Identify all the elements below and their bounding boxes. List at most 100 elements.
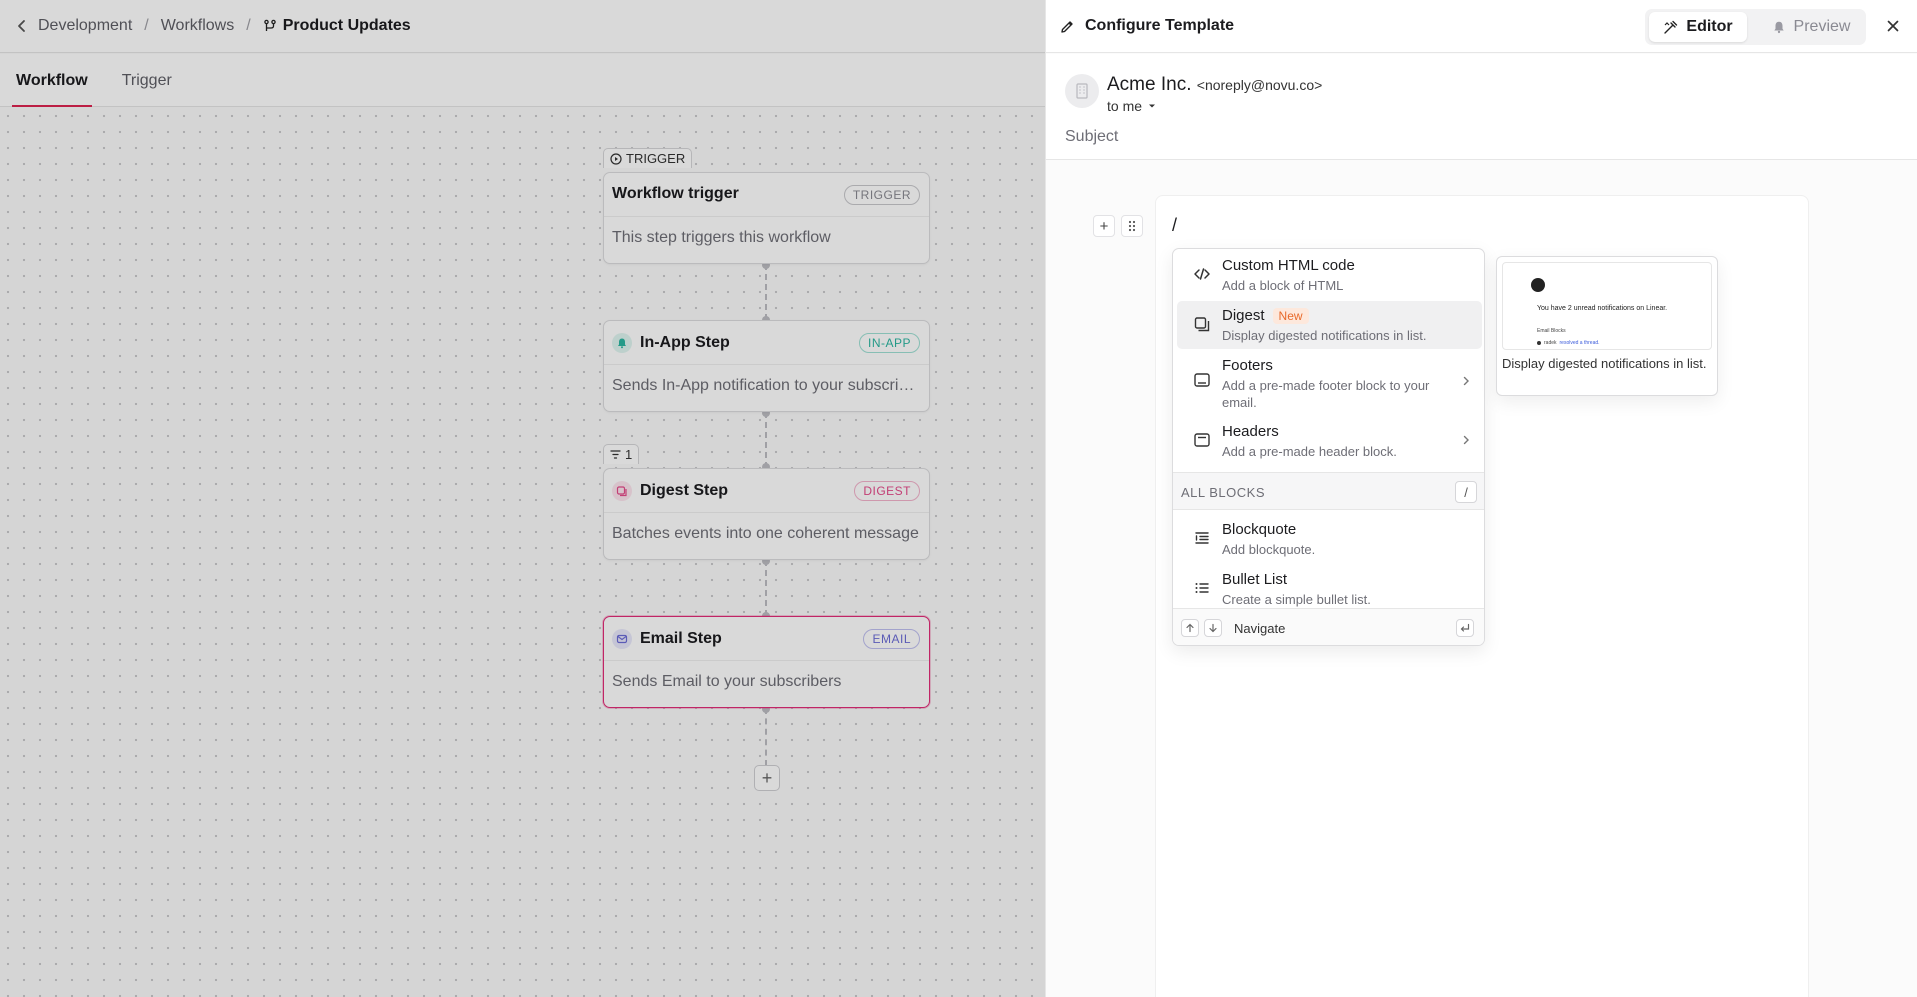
new-badge: New — [1272, 307, 1309, 324]
menu-item-label-text: Custom HTML code — [1222, 257, 1355, 274]
workflow-tabs: Workflow Trigger — [0, 54, 1045, 107]
preview-row-user: radek — [1544, 340, 1557, 346]
edit-icon — [1061, 20, 1073, 33]
trigger-icon — [610, 152, 622, 165]
breadcrumb-separator: / — [144, 17, 149, 34]
arrow-down-icon — [1204, 619, 1222, 637]
in-app-step-node[interactable]: In-App Step IN-APP Sends In-App notifica… — [603, 320, 930, 412]
node-title-label: Email Step — [640, 630, 722, 647]
menu-item-blockquote[interactable]: Blockquote Add blockquote. — [1177, 515, 1482, 563]
node-title: In-App Step — [612, 333, 730, 353]
filter-icon — [610, 450, 621, 459]
connector-line — [765, 708, 767, 766]
node-title: Workflow trigger — [612, 185, 739, 203]
drag-handle-icon[interactable] — [1121, 215, 1143, 237]
email-header: Acme Inc. <noreply@novu.co> to me Subjec… — [1046, 54, 1917, 160]
tab-trigger[interactable]: Trigger — [118, 72, 176, 106]
tab-workflow[interactable]: Workflow — [12, 72, 92, 107]
menu-item-digest[interactable]: Digest New Display digested notification… — [1177, 301, 1482, 349]
menu-item-label-text: Blockquote — [1222, 521, 1297, 538]
node-title-label: Digest Step — [640, 482, 729, 499]
close-icon[interactable] — [1885, 18, 1901, 34]
editor-tab[interactable]: Editor — [1649, 12, 1747, 42]
section-label: ALL BLOCKS — [1181, 485, 1266, 500]
menu-item-label: Custom HTML code — [1222, 257, 1355, 274]
preview-row-action: resolved a thread. — [1559, 340, 1600, 346]
connector-line — [765, 560, 767, 616]
code-icon — [1194, 268, 1210, 280]
menu-item-custom-html[interactable]: Custom HTML code Add a block of HTML — [1177, 251, 1482, 299]
preview-caption: Display digested notifications in list. — [1502, 356, 1707, 371]
menu-item-label-text: Footers — [1222, 357, 1273, 374]
menu-item-description: Create a simple bullet list. — [1222, 592, 1371, 607]
footer-icon — [1194, 373, 1210, 387]
configure-template-panel: Configure Template Editor Preview Acme I… — [1045, 0, 1917, 997]
digest-block-icon — [1194, 317, 1210, 332]
slash-command-menu: Custom HTML code Add a block of HTML Dig… — [1172, 248, 1485, 646]
digest-step-node[interactable]: Digest Step DIGEST Batches events into o… — [603, 468, 930, 560]
connector-line — [765, 264, 767, 320]
preview-image: You have 2 unread notifications on Linea… — [1502, 262, 1712, 350]
menu-item-bullet-list[interactable]: Bullet List Create a simple bullet list. — [1177, 565, 1482, 613]
editor-text-cursor[interactable]: / — [1172, 215, 1177, 236]
email-step-node[interactable]: Email Step EMAIL Sends Email to your sub… — [603, 616, 930, 708]
panel-title: Configure Template — [1060, 17, 1234, 35]
menu-item-label-text: Headers — [1222, 423, 1279, 440]
header-icon — [1194, 433, 1210, 447]
node-description: Sends Email to your subscribers — [612, 673, 842, 690]
subject-input[interactable]: Subject — [1065, 128, 1118, 146]
sender-name[interactable]: Acme Inc. <noreply@novu.co> — [1107, 74, 1322, 96]
building-icon — [1076, 83, 1088, 99]
blockquote-icon — [1195, 532, 1209, 544]
menu-item-label: Bullet List — [1222, 571, 1287, 588]
breadcrumb-workflows[interactable]: Workflows — [161, 17, 235, 35]
add-block-button[interactable]: + — [1093, 215, 1115, 237]
node-title: Email Step — [612, 629, 722, 649]
menu-item-description: Add a pre-made footer block to your emai… — [1222, 378, 1430, 410]
divider — [604, 216, 929, 217]
chevron-right-icon — [1463, 376, 1469, 386]
breadcrumb: Development / Workflows / Product Update… — [0, 0, 1045, 53]
preview-tab[interactable]: Preview — [1761, 12, 1861, 42]
chevron-left-icon[interactable] — [14, 18, 30, 34]
recipient-selector[interactable]: to me — [1107, 98, 1156, 114]
trigger-tag: TRIGGER — [603, 148, 693, 168]
breadcrumb-development[interactable]: Development — [38, 17, 132, 35]
editor-icon — [1664, 20, 1678, 34]
preview-title: You have 2 unread notifications on Linea… — [1537, 305, 1668, 312]
menu-item-description: Add blockquote. — [1222, 542, 1316, 557]
node-description: Batches events into one coherent message — [612, 525, 919, 542]
menu-item-label: Blockquote — [1222, 521, 1296, 538]
menu-item-label-text: Bullet List — [1222, 571, 1288, 588]
menu-section-header: ALL BLOCKS / — [1173, 472, 1484, 510]
add-step-button[interactable]: + — [754, 765, 780, 791]
bell-icon — [612, 333, 632, 353]
node-description: This step triggers this workflow — [612, 229, 831, 246]
menu-footer: Navigate — [1173, 608, 1484, 645]
workflow-trigger-node[interactable]: Workflow trigger TRIGGER This step trigg… — [603, 172, 930, 264]
workflow-icon — [263, 19, 276, 31]
node-badge: IN-APP — [858, 333, 920, 353]
panel-header: Configure Template Editor Preview — [1046, 0, 1917, 53]
navigate-label: Navigate — [1234, 621, 1286, 636]
recipient-label: to me — [1107, 98, 1143, 114]
caret-down-icon — [1149, 104, 1156, 108]
panel-title-label: Configure Template — [1085, 17, 1235, 34]
menu-item-description: Display digested notifications in list. — [1222, 328, 1427, 343]
preview-row: radek resolved a thread. — [1537, 340, 1600, 346]
linear-logo — [1531, 278, 1545, 292]
node-title-label: Workflow trigger — [612, 185, 739, 202]
divider — [604, 364, 929, 365]
preview-tab-label: Preview — [1793, 18, 1851, 35]
node-badge: TRIGGER — [843, 185, 920, 205]
menu-item-footers[interactable]: Footers Add a pre-made footer block to y… — [1177, 351, 1482, 411]
menu-item-headers[interactable]: Headers Add a pre-made header block. — [1177, 417, 1482, 465]
divider — [604, 512, 929, 513]
sender-name-label: Acme Inc. — [1107, 74, 1192, 95]
editor-tab-label: Editor — [1686, 18, 1733, 35]
email-icon — [612, 629, 632, 649]
node-badge: DIGEST — [854, 481, 920, 501]
trigger-tag-label: TRIGGER — [626, 151, 686, 166]
menu-item-label-text: Digest — [1222, 307, 1265, 324]
node-title: Digest Step — [612, 481, 728, 501]
